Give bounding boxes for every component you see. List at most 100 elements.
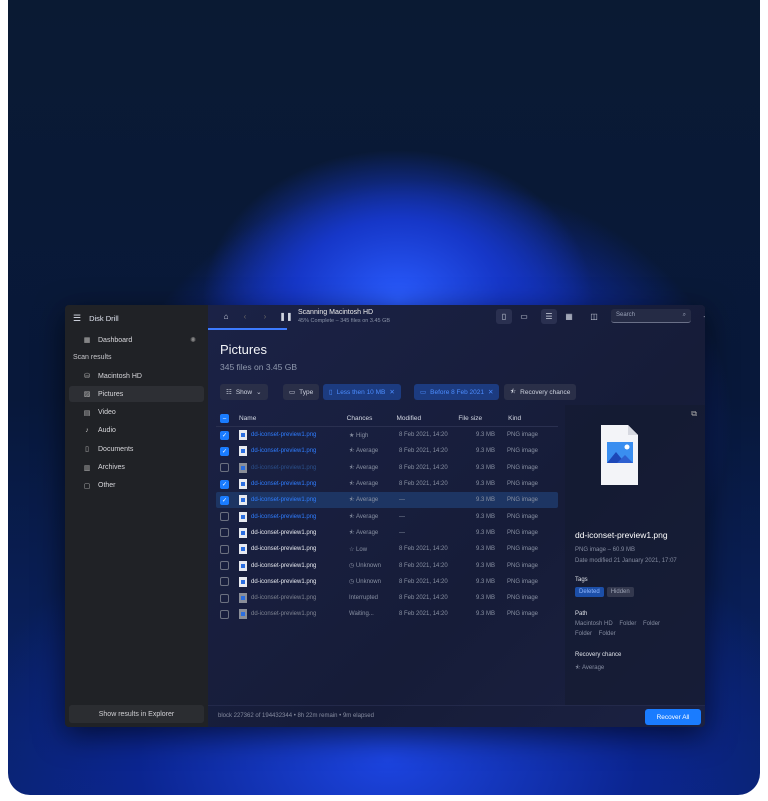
col-chances[interactable]: Chances — [347, 415, 397, 422]
music-icon: ♪ — [85, 427, 89, 435]
sidebar-item-video[interactable]: ▤ Video — [69, 405, 204, 421]
sidebar: ☰ Disk Drill ▦ Dashboard ✺ Scan results ⛁ Ma… — [65, 305, 208, 727]
file-size: 9.3 MB — [475, 595, 495, 602]
kind: PNG image — [507, 611, 539, 618]
file-size: 9.3 MB — [475, 497, 495, 504]
file-size: 9.3 MB — [475, 513, 495, 520]
sidebar-item-other[interactable]: ▢ Other — [69, 478, 204, 494]
size-filter-chip[interactable]: ▯ Less then 10 MB ✕ — [323, 384, 401, 400]
file-view-icon[interactable]: ▯ — [496, 309, 512, 324]
row-checkbox[interactable] — [220, 577, 229, 587]
row-checkbox[interactable]: ✓ — [220, 495, 229, 505]
sidebar-item-documents[interactable]: ▯ Documents — [69, 441, 204, 457]
chance: ⯪ Average — [349, 464, 379, 471]
table-row[interactable]: dd-iconset-preview1.png Interrupted 8 Fe… — [216, 590, 558, 606]
col-kind[interactable]: Kind — [508, 415, 558, 422]
show-dropdown[interactable]: ☷ Show ⌄ — [220, 384, 268, 400]
png-file-icon — [239, 511, 247, 522]
recovery-label: Recovery chance — [575, 652, 622, 658]
forward-icon[interactable]: › — [257, 309, 273, 324]
document-icon: ▯ — [85, 446, 89, 454]
png-file-icon — [239, 430, 247, 441]
kind: PNG image — [507, 595, 539, 602]
star-icon: ⯪ — [510, 387, 517, 395]
table-row[interactable]: ✓ dd-iconset-preview1.png ⯪ Average — 9.… — [216, 492, 558, 509]
modified: 8 Feb 2021, 14:20 — [399, 546, 448, 553]
table-row[interactable]: ✓ dd-iconset-preview1.png ⯪ Average 8 Fe… — [216, 443, 558, 459]
png-file-icon — [239, 544, 247, 555]
scan-block-status: block 227362 of 194432344 • 8h 22m remai… — [218, 713, 374, 719]
file-size: 9.3 MB — [475, 432, 495, 439]
table-row[interactable]: ✓ dd-iconset-preview1.png ★ High 8 Feb 2… — [216, 427, 558, 443]
file-size: 9.3 MB — [475, 464, 495, 471]
section-label: Scan results — [73, 354, 112, 361]
page-subtitle: 345 files on 3.45 GB — [220, 362, 298, 372]
col-size[interactable]: File size — [458, 415, 508, 422]
file-size: 9.3 MB — [475, 578, 495, 585]
sidebar-item-archives[interactable]: ▥ Archives — [69, 460, 204, 476]
modified: 8 Feb 2021, 14:20 — [399, 611, 448, 618]
row-checkbox[interactable] — [220, 463, 229, 473]
table-row[interactable]: dd-iconset-preview1.png Waiting... 8 Feb… — [216, 606, 558, 622]
scan-status: 45% Complete – 345 files on 3.45 GB — [298, 318, 391, 324]
file-name: dd-iconset-preview1.png — [251, 448, 317, 455]
date-filter-chip[interactable]: ▭ Before 8 Feb 2021 ✕ — [414, 384, 500, 400]
table-row[interactable]: dd-iconset-preview1.png ⯪ Average 8 Feb … — [216, 460, 558, 476]
chance: Interrupted — [349, 595, 379, 602]
sidebar-item-dashboard[interactable]: ▦ Dashboard ✺ — [69, 332, 204, 348]
chance: Waiting... — [349, 611, 374, 618]
kind: PNG image — [507, 432, 539, 439]
grid-view-icon[interactable]: ▦ — [561, 309, 577, 324]
file-size: 9.3 MB — [475, 481, 495, 488]
row-checkbox[interactable] — [220, 544, 229, 554]
status-bar: block 227362 of 194432344 • 8h 22m remai… — [208, 705, 705, 727]
col-name[interactable]: Name — [239, 415, 337, 422]
row-checkbox[interactable]: ✓ — [220, 430, 229, 440]
pause-icon[interactable]: ❚❚ — [278, 309, 294, 324]
show-results-button[interactable]: Show results in Explorer — [69, 705, 204, 723]
row-checkbox[interactable]: ✓ — [220, 446, 229, 456]
film-icon: ▤ — [83, 409, 91, 417]
sidebar-item-macintosh-hd[interactable]: ⛁ Macintosh HD — [69, 368, 204, 384]
row-checkbox[interactable]: ✓ — [220, 479, 229, 489]
select-all-checkbox[interactable]: – — [220, 414, 229, 423]
minimize-icon[interactable]: – — [698, 309, 705, 324]
table-row[interactable]: dd-iconset-preview1.png ⯪ Average — 9.3 … — [216, 508, 558, 524]
list-view-icon[interactable]: ☰ — [541, 309, 557, 324]
folder-view-icon[interactable]: ▭ — [516, 309, 532, 324]
recovery-chance-filter[interactable]: ⯪ Recovery chance — [504, 384, 577, 400]
app-title: Disk Drill — [89, 314, 119, 323]
sidebar-item-pictures[interactable]: ▨ Pictures — [69, 386, 204, 403]
open-external-icon[interactable]: ⧉ — [691, 409, 697, 419]
row-checkbox[interactable] — [220, 528, 229, 538]
preview-panel-icon[interactable]: ◫ — [586, 309, 602, 324]
back-icon[interactable]: ‹ — [237, 309, 253, 324]
file-size: 9.3 MB — [475, 529, 495, 536]
kind: PNG image — [507, 513, 539, 520]
row-checkbox[interactable] — [220, 512, 229, 522]
search-input[interactable]: Search ⌕ — [611, 309, 691, 323]
table-row[interactable]: dd-iconset-preview1.png ⯪ Average — 9.3 … — [216, 525, 558, 541]
recover-all-button[interactable]: Recover All — [645, 709, 701, 725]
chance: ⯪ Average — [349, 448, 379, 455]
table-row[interactable]: dd-iconset-preview1.png ◷ Unknown 8 Feb … — [216, 574, 558, 590]
tag-deleted[interactable]: Deleted — [575, 587, 604, 597]
row-checkbox[interactable] — [220, 609, 229, 619]
table-row[interactable]: ✓ dd-iconset-preview1.png ⯪ Average 8 Fe… — [216, 476, 558, 492]
col-modified[interactable]: Modified — [397, 415, 459, 422]
png-file-icon — [239, 462, 247, 473]
chance: ☆ Low — [349, 546, 368, 553]
table-row[interactable]: dd-iconset-preview1.png ◷ Unknown 8 Feb … — [216, 557, 558, 573]
home-icon[interactable]: ⌂ — [218, 309, 234, 324]
grid-icon: ▦ — [83, 337, 91, 344]
png-file-icon — [239, 479, 247, 490]
row-checkbox[interactable] — [220, 593, 229, 603]
menu-icon[interactable]: ☰ — [73, 313, 81, 324]
type-filter[interactable]: ▭ Type — [283, 384, 320, 400]
close-icon: ✕ — [488, 389, 494, 396]
table-row[interactable]: dd-iconset-preview1.png ☆ Low 8 Feb 2021… — [216, 541, 558, 557]
row-checkbox[interactable] — [220, 561, 229, 571]
sidebar-item-audio[interactable]: ♪ Audio — [69, 423, 204, 439]
tag-hidden[interactable]: Hidden — [606, 587, 634, 597]
modified: — — [399, 513, 405, 520]
